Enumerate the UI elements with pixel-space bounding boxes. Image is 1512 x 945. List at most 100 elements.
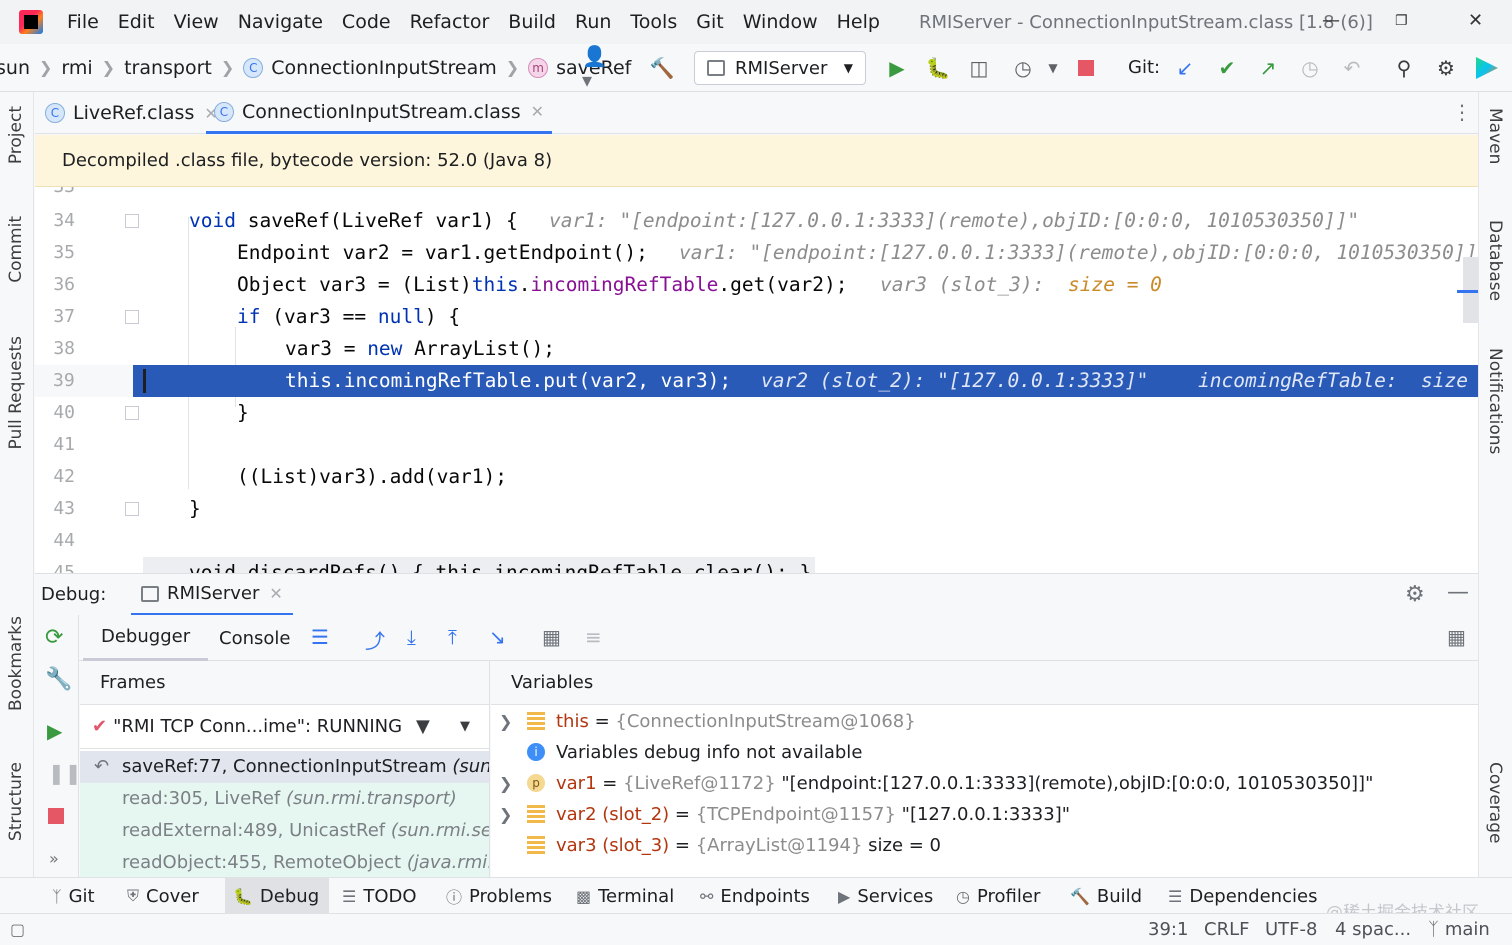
tool-endpoints[interactable]: ⚯ Endpoints (700, 878, 810, 914)
intellij-logo-icon[interactable] (19, 10, 43, 34)
expand-icon[interactable]: ❯ (499, 768, 512, 799)
frame-row[interactable]: readExternal:489, UnicastRef (sun.rmi.se… (80, 815, 489, 847)
step-out-icon[interactable]: ⤒ (448, 625, 457, 649)
close-tab-icon[interactable]: ✕ (531, 102, 544, 121)
tool-maven[interactable]: Maven (1485, 108, 1505, 164)
run-icon[interactable]: ▶ (884, 55, 910, 81)
toolbox-icon[interactable] (1474, 55, 1500, 81)
caret-position[interactable]: 39:1 (1148, 914, 1188, 945)
step-into-icon[interactable]: ⤓ (407, 625, 416, 649)
thread-selector[interactable]: ✔ "RMI TCP Conn...ime": RUNNING ▼ ▼ (80, 705, 489, 749)
threads-icon[interactable]: ☰ (311, 625, 329, 649)
step-over-icon[interactable]: ⤴ (365, 625, 385, 654)
frame-row[interactable]: readObject:455, RemoteObject (java.rmi.s… (80, 847, 489, 877)
search-icon[interactable]: ⚲ (1391, 55, 1417, 81)
evaluate-expression-icon[interactable]: ▦ (542, 625, 561, 649)
build-hammer-icon[interactable]: 🔨 (649, 55, 675, 81)
tool-cover[interactable]: ⛨ Cover (127, 878, 199, 914)
tool-notifications[interactable]: Notifications (1485, 348, 1505, 454)
breadcrumb-class[interactable]: C ConnectionInputStream (243, 57, 497, 79)
menu-build[interactable]: Build (508, 11, 556, 33)
fold-icon[interactable] (125, 502, 139, 516)
stop-icon[interactable] (1073, 55, 1099, 81)
debug-session-tab[interactable]: RMIServer ✕ (131, 574, 293, 616)
git-commit-icon[interactable]: ✔ (1214, 55, 1240, 81)
menu-window[interactable]: Window (743, 11, 818, 33)
chevron-down-icon[interactable]: ▼ (1040, 55, 1066, 81)
git-push-icon[interactable]: ↗ (1255, 55, 1281, 81)
hide-icon[interactable]: — (1447, 580, 1469, 605)
menu-run[interactable]: Run (575, 11, 611, 33)
rerun-icon[interactable]: ⟳ (45, 625, 63, 650)
frame-row[interactable]: read:305, LiveRef (sun.rmi.transport) (80, 783, 489, 815)
tab-liveref-class[interactable]: C LiveRef.class ✕ (37, 92, 226, 134)
menu-edit[interactable]: Edit (118, 11, 155, 33)
tool-profiler[interactable]: ◷ Profiler (956, 878, 1040, 914)
gear-icon[interactable]: ⚙ (1433, 55, 1459, 81)
code-editor[interactable]: 33 34 void saveRef(LiveRef var1) { var1:… (35, 187, 1478, 573)
rollback-icon[interactable]: ↶ (1339, 55, 1365, 81)
layout-toggle-icon[interactable]: ▢ (10, 914, 25, 945)
tool-project[interactable]: Project (6, 106, 26, 164)
menu-help[interactable]: Help (837, 11, 880, 33)
frame-row[interactable]: ↶ saveRef:77, ConnectionInputStream (sun… (80, 751, 489, 783)
fold-icon[interactable] (125, 406, 139, 420)
close-window-icon[interactable]: ✕ (1468, 10, 1483, 31)
tab-console[interactable]: Console (203, 615, 306, 661)
run-to-cursor-icon[interactable]: ↘ (489, 625, 506, 649)
tool-structure[interactable]: Structure (6, 762, 26, 841)
chevron-down-icon[interactable]: ▼ (460, 719, 470, 734)
fold-icon[interactable] (125, 214, 139, 228)
breadcrumb-method[interactable]: m saveRef (528, 57, 631, 79)
gear-icon[interactable]: ⚙ (1405, 582, 1425, 607)
tab-connectioninputstream-class[interactable]: C ConnectionInputStream.class ✕ (206, 92, 553, 134)
git-branch[interactable]: ᛉ main (1428, 914, 1490, 945)
tool-dependencies[interactable]: ☰ Dependencies (1168, 878, 1317, 914)
pause-icon[interactable]: ❚❚ (48, 761, 82, 785)
run-configuration-select[interactable]: RMIServer ▼ (694, 51, 866, 85)
variable-row-var2[interactable]: ❯ var2 (slot_2) = {TCPEndpoint@1157} "[1… (491, 799, 1478, 830)
profile-run-icon[interactable]: ◷ (1010, 55, 1036, 81)
variable-row-var1[interactable]: ❯ p var1 = {LiveRef@1172} "[endpoint:[12… (491, 768, 1478, 799)
tool-coverage[interactable]: Coverage (1485, 762, 1505, 843)
breadcrumb-sun[interactable]: sun (0, 57, 30, 79)
tool-pull-requests[interactable]: Pull Requests (6, 336, 26, 450)
more-options-icon[interactable]: ⋮ (1452, 100, 1472, 124)
tool-build[interactable]: 🔨 Build (1070, 878, 1142, 914)
layout-icon[interactable]: ▦ (1447, 625, 1466, 649)
menu-tools[interactable]: Tools (630, 11, 677, 33)
menu-git[interactable]: Git (696, 11, 723, 33)
tool-bookmarks[interactable]: Bookmarks (6, 616, 26, 711)
minimize-icon[interactable]: — (1322, 10, 1340, 31)
tool-database[interactable]: Database (1485, 220, 1505, 301)
wrench-icon[interactable]: 🔧 (45, 667, 72, 692)
menu-code[interactable]: Code (342, 11, 391, 33)
expand-icon[interactable]: ❯ (499, 706, 512, 737)
user-icon[interactable]: 👤▾ (582, 44, 608, 92)
breadcrumb-transport[interactable]: transport (124, 57, 212, 79)
git-update-icon[interactable]: ↙ (1172, 55, 1198, 81)
variable-row-var3[interactable]: var3 (slot_3) = {ArrayList@1194} size = … (491, 830, 1478, 861)
tool-terminal[interactable]: ▩ Terminal (576, 878, 674, 914)
expand-icon[interactable]: ❯ (499, 799, 512, 830)
line-separator[interactable]: CRLF (1204, 914, 1249, 945)
menu-navigate[interactable]: Navigate (238, 11, 323, 33)
indent-setting[interactable]: 4 spac... (1335, 914, 1411, 945)
tool-debug[interactable]: 🐛 Debug (225, 878, 330, 914)
filter-icon[interactable]: ▼ (416, 716, 430, 737)
debug-bug-icon[interactable]: 🐛 (925, 55, 951, 81)
file-encoding[interactable]: UTF-8 (1265, 914, 1317, 945)
tool-todo[interactable]: ☰ TODO (342, 878, 417, 914)
fold-icon[interactable] (125, 310, 139, 324)
variable-row-this[interactable]: ❯ this = {ConnectionInputStream@1068} (491, 706, 1478, 737)
menu-view[interactable]: View (174, 11, 219, 33)
tool-services[interactable]: ▶ Services (838, 878, 933, 914)
stop-icon[interactable] (48, 808, 64, 824)
menu-refactor[interactable]: Refactor (410, 11, 490, 33)
close-tab-icon[interactable]: ✕ (269, 584, 282, 603)
breadcrumb-rmi[interactable]: rmi (61, 57, 92, 79)
tool-commit[interactable]: Commit (6, 216, 26, 283)
tool-git[interactable]: ᛉ Git (52, 878, 95, 914)
coverage-run-icon[interactable]: ◫ (966, 55, 992, 81)
more-actions-icon[interactable]: » (49, 849, 59, 868)
